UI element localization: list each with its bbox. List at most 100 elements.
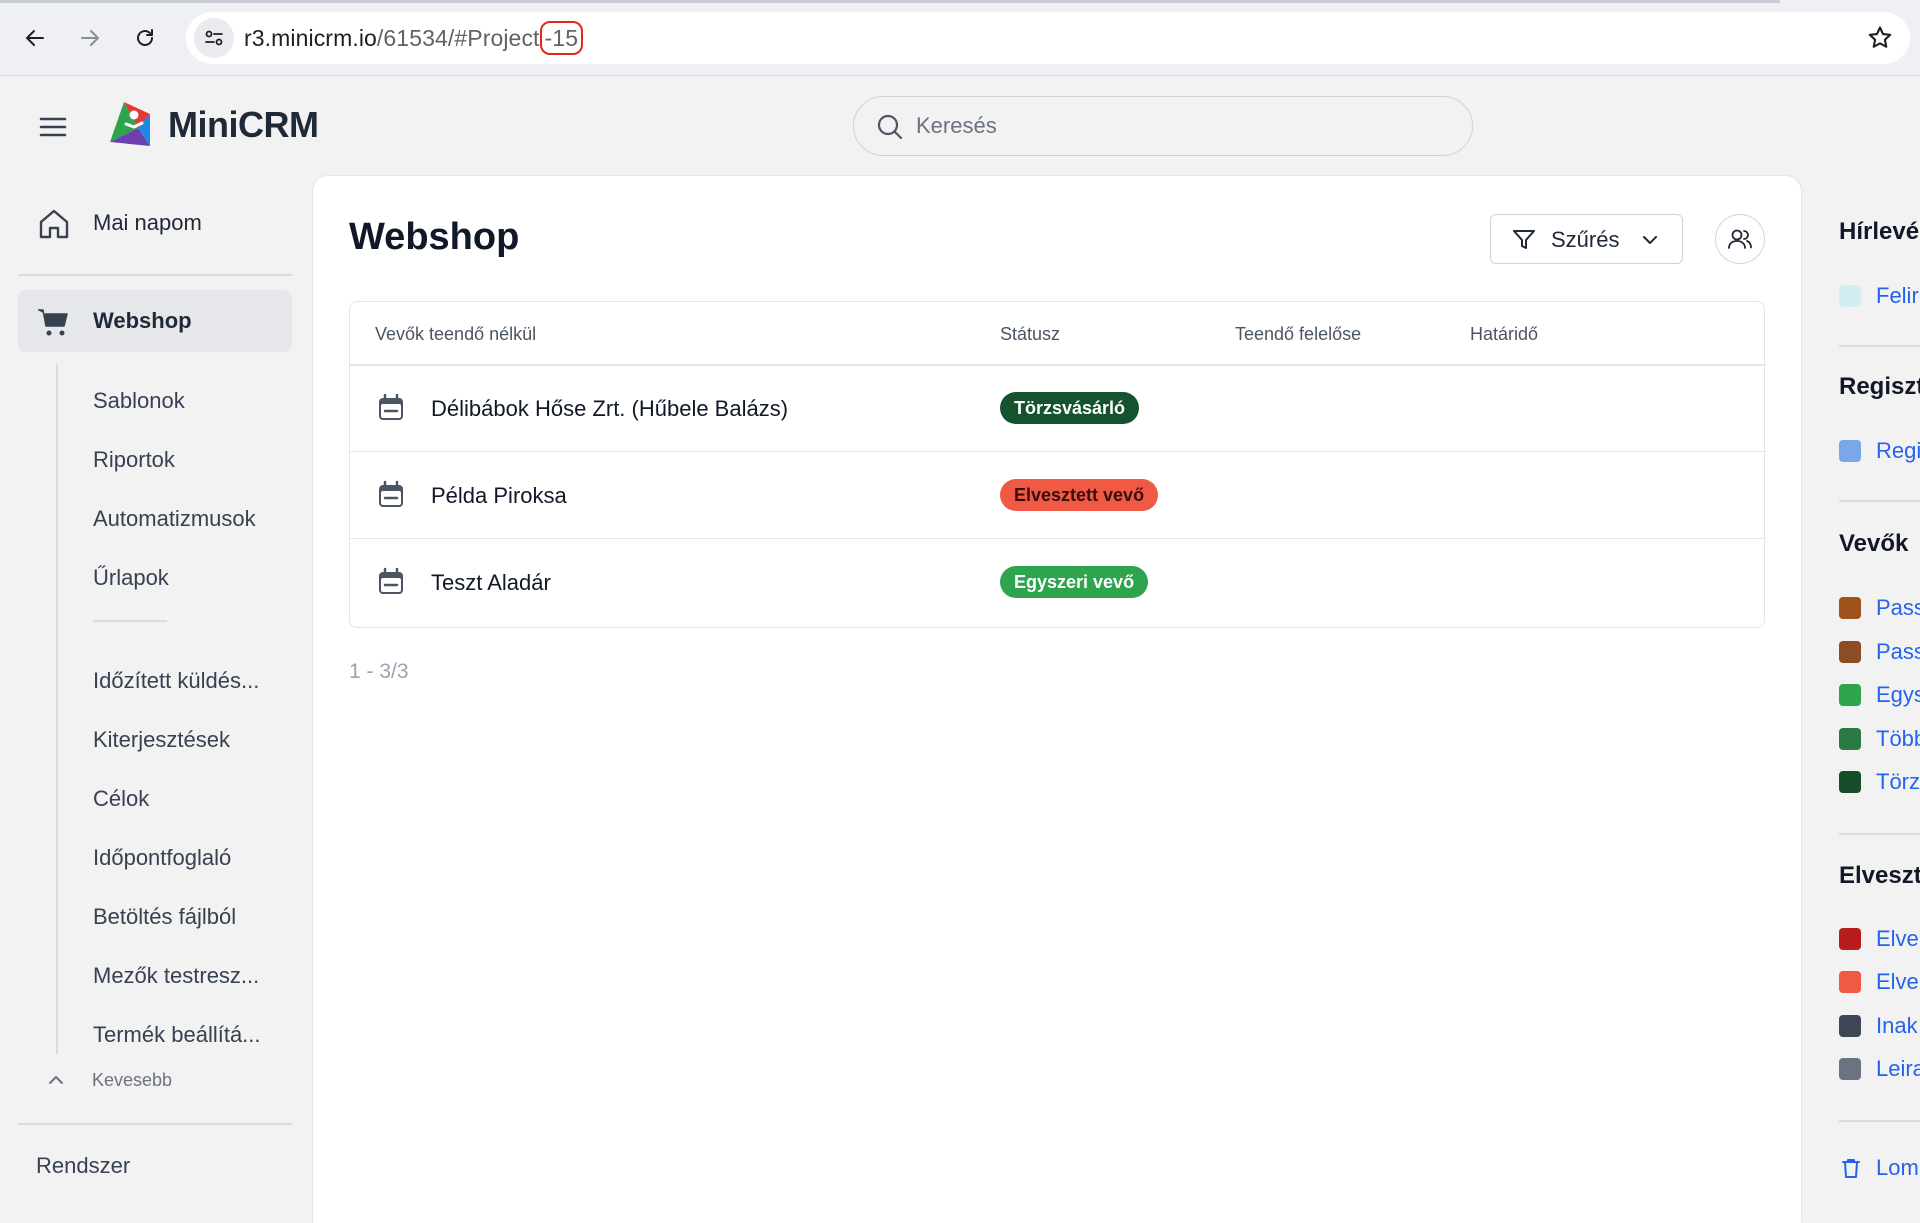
- back-button[interactable]: [15, 18, 55, 58]
- status-badge: Törzsvásárló: [1000, 392, 1140, 424]
- color-swatch: [1839, 728, 1861, 750]
- legend-item[interactable]: Több: [1839, 726, 1920, 752]
- forward-button[interactable]: [70, 18, 110, 58]
- address-bar[interactable]: r3.minicrm.io/61534/#Project -15: [186, 12, 1910, 64]
- legend-item[interactable]: Felir: [1839, 283, 1919, 309]
- submenu-item-kiterjesztesek[interactable]: Kiterjesztések: [93, 727, 230, 753]
- app-logo-text: MiniCRM: [168, 104, 319, 145]
- legend-item-label: Több: [1876, 726, 1920, 751]
- submenu-item-urlapok[interactable]: Űrlapok: [93, 565, 169, 591]
- legend-item-label: Törz: [1876, 769, 1920, 794]
- bookmark-star-icon[interactable]: [1866, 24, 1894, 52]
- color-swatch: [1839, 285, 1861, 307]
- table-row[interactable]: Teszt Aladár Egyszeri vevő: [350, 539, 1764, 626]
- sidebar-section-rendszer[interactable]: Rendszer: [36, 1153, 130, 1179]
- legend-item[interactable]: Pass: [1839, 639, 1920, 665]
- legend-item[interactable]: Elve: [1839, 926, 1919, 952]
- trash-label: Lom: [1876, 1155, 1919, 1180]
- column-header-status[interactable]: Státusz: [1000, 324, 1060, 345]
- legend-item[interactable]: Inak: [1839, 1013, 1918, 1039]
- color-swatch: [1839, 1015, 1861, 1037]
- reload-icon: [137, 29, 153, 46]
- filter-label: Szűrés: [1551, 227, 1620, 252]
- customers-table: Vevők teendő nélkül Státusz Teendő felel…: [349, 301, 1765, 628]
- legend-item-label: Pass: [1876, 595, 1920, 620]
- show-less-button[interactable]: Kevesebb: [44, 1068, 172, 1092]
- legend-item-label: Egys: [1876, 682, 1920, 707]
- users-icon: [1728, 229, 1752, 249]
- submenu-item-idozitett-kuldes[interactable]: Időzített küldés...: [93, 668, 259, 694]
- filter-button[interactable]: Szűrés: [1490, 214, 1683, 264]
- shopping-cart-icon: [38, 309, 68, 336]
- calendar-icon[interactable]: [376, 480, 406, 510]
- color-swatch: [1839, 971, 1861, 993]
- legend-item[interactable]: Pass: [1839, 595, 1920, 621]
- sidebar-item-label: Mai napom: [93, 210, 202, 235]
- legend-group-title: Regiszt: [1839, 373, 1920, 400]
- submenu-item-automatizmusok[interactable]: Automatizmusok: [93, 506, 256, 532]
- minicrm-logo-icon: [110, 102, 150, 146]
- submenu-item-mezok-testreszabasa[interactable]: Mezők testresz...: [93, 963, 259, 989]
- sidebar-divider: [18, 274, 292, 276]
- color-swatch: [1839, 928, 1861, 950]
- legend-item-label: Regi: [1876, 438, 1920, 463]
- submenu-item-celok[interactable]: Célok: [93, 786, 149, 812]
- customer-name[interactable]: Teszt Aladár: [431, 570, 551, 596]
- url-text[interactable]: r3.minicrm.io/61534/#Project -15: [244, 21, 584, 55]
- menu-icon[interactable]: [38, 112, 68, 142]
- show-less-label: Kevesebb: [92, 1069, 173, 1090]
- users-button[interactable]: [1715, 214, 1765, 264]
- sidebar-item-webshop[interactable]: Webshop: [18, 290, 292, 352]
- legend-item-label: Inak: [1876, 1013, 1918, 1038]
- submenu-item-idopontfoglalo[interactable]: Időpontfoglaló: [93, 845, 231, 871]
- color-swatch: [1839, 597, 1861, 619]
- submenu-item-riportok[interactable]: Riportok: [93, 447, 175, 473]
- submenu-separator: [93, 620, 167, 622]
- search-input[interactable]: [916, 109, 1436, 143]
- legend-item[interactable]: Elve: [1839, 969, 1919, 995]
- table-row[interactable]: Példa Piroksa Elvesztett vevő: [350, 452, 1764, 539]
- calendar-icon[interactable]: [376, 567, 406, 597]
- search-box[interactable]: [853, 96, 1473, 156]
- browser-toolbar: r3.minicrm.io/61534/#Project -15: [0, 0, 1920, 76]
- sidebar-item-label: Webshop: [93, 308, 192, 333]
- column-header-owner[interactable]: Teendő felelőse: [1235, 324, 1361, 345]
- home-icon: [39, 209, 69, 239]
- submenu-item-betoltes-fajlbol[interactable]: Betöltés fájlból: [93, 904, 236, 930]
- legend-group-title: Hírlevé: [1839, 218, 1920, 245]
- main-panel: Webshop Szűrés Vevők teendő nélkül Státu…: [312, 175, 1802, 1223]
- legend-item-label: Leira: [1876, 1056, 1920, 1081]
- legend-item[interactable]: Regi: [1839, 438, 1920, 464]
- column-header-deadline[interactable]: Határidő: [1470, 324, 1538, 345]
- sidebar-item-home[interactable]: Mai napom: [18, 192, 292, 254]
- table-row[interactable]: Délibábok Hőse Zrt. (Hűbele Balázs) Törz…: [350, 365, 1764, 452]
- submenu-item-termek-beallitasok[interactable]: Termék beállítá...: [93, 1022, 261, 1048]
- reload-button[interactable]: [125, 18, 165, 58]
- legend-item[interactable]: Törz: [1839, 769, 1920, 795]
- legend-item-label: Elve: [1876, 926, 1919, 951]
- trash-link[interactable]: Lom: [1839, 1155, 1919, 1181]
- column-header-customer[interactable]: Vevők teendő nélkül: [375, 324, 536, 345]
- url-path: /61534/#Project: [376, 25, 540, 51]
- customer-name[interactable]: Délibábok Hőse Zrt. (Hűbele Balázs): [431, 396, 788, 422]
- legend-divider: [1839, 345, 1920, 347]
- status-legend-panel: Hírlevé Felir Regiszt Regi Vevők Pass Pa…: [1812, 170, 1920, 1223]
- color-swatch: [1839, 684, 1861, 706]
- legend-item[interactable]: Egys: [1839, 682, 1920, 708]
- arrow-left-icon: [26, 30, 44, 46]
- calendar-icon[interactable]: [376, 393, 406, 423]
- arrow-right-icon: [81, 30, 99, 46]
- pagination-info: 1 - 3/3: [349, 660, 409, 683]
- chevron-up-icon: [49, 1076, 63, 1084]
- sidebar: Mai napom Webshop Sablonok Riportok Auto…: [0, 170, 300, 1223]
- legend-item[interactable]: Leira: [1839, 1056, 1920, 1082]
- legend-item-label: Pass: [1876, 639, 1920, 664]
- trash-icon: [1842, 1159, 1860, 1178]
- color-swatch: [1839, 641, 1861, 663]
- customer-name[interactable]: Példa Piroksa: [431, 483, 567, 509]
- legend-divider: [1839, 1120, 1920, 1122]
- url-host: r3.minicrm.io: [244, 25, 377, 51]
- submenu-item-sablonok[interactable]: Sablonok: [93, 388, 185, 414]
- site-settings-icon[interactable]: [194, 18, 234, 58]
- legend-divider: [1839, 500, 1920, 502]
